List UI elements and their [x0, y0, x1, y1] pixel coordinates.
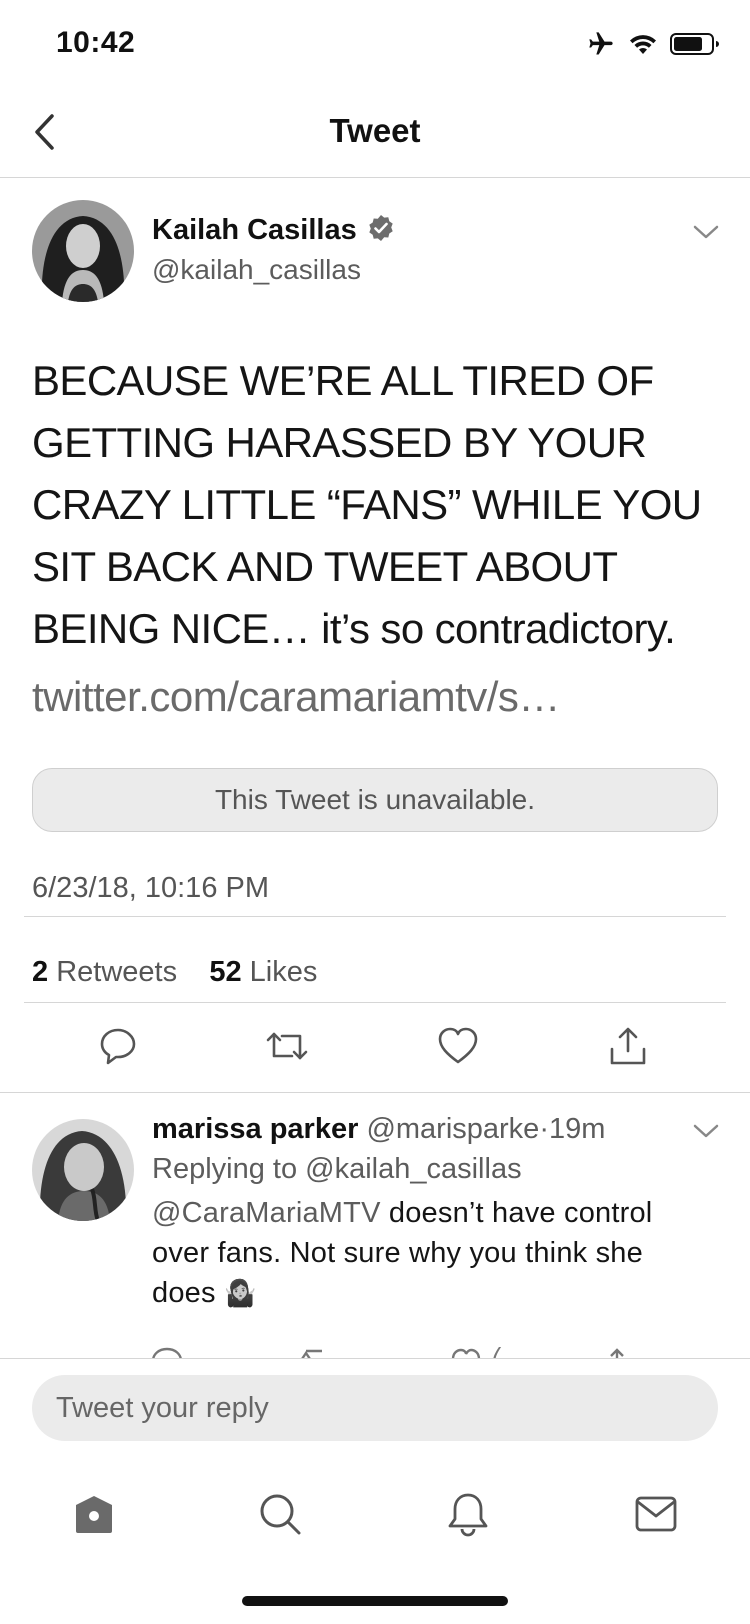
like-icon: [438, 1027, 478, 1064]
like-count: 52: [209, 956, 242, 988]
divider: [24, 916, 726, 917]
status-time: 10:42: [56, 26, 136, 59]
home-indicator[interactable]: [242, 1596, 508, 1606]
share-icon: [610, 1027, 646, 1065]
author-handle[interactable]: @kailah_casillas: [152, 254, 361, 286]
tab-messages[interactable]: [626, 1484, 686, 1544]
shrug-emoji-icon: 🤷‍♀️: [223, 1278, 257, 1308]
home-icon: [76, 1496, 112, 1533]
reply-input[interactable]: [32, 1375, 718, 1441]
like-label: Likes: [249, 956, 318, 988]
reply-mention[interactable]: @CaraMariaMTV: [152, 1197, 381, 1229]
tab-notifications[interactable]: [438, 1484, 498, 1544]
status-icons: [586, 30, 720, 63]
retweet-icon: [266, 1032, 308, 1060]
tweet-link[interactable]: twitter.com/caramariamtv/s…: [32, 666, 560, 728]
reply-age: 19m: [548, 1113, 606, 1145]
notifications-icon: [448, 1493, 488, 1537]
retweet-count: 2: [32, 956, 49, 988]
airplane-icon: [586, 30, 616, 63]
tweet-text-line: BEING NICE… it’s so contradictory.: [32, 605, 676, 652]
tab-search[interactable]: [250, 1484, 310, 1544]
messages-icon: [635, 1496, 677, 1532]
search-icon: [260, 1494, 301, 1535]
share-button[interactable]: [598, 1016, 658, 1076]
retweets-stat[interactable]: 2 Retweets: [32, 956, 177, 988]
divider: [24, 1002, 726, 1003]
retweet-button[interactable]: [257, 1016, 317, 1076]
tweet-actions: [0, 1016, 750, 1086]
reply-author-handle[interactable]: @marisparke: [366, 1113, 539, 1145]
like-button[interactable]: [428, 1016, 488, 1076]
tweet-text-line: BECAUSE WE’RE ALL TIRED OF: [32, 357, 654, 404]
tweet-timestamp: 6/23/18, 10:16 PM: [32, 872, 269, 904]
tab-home[interactable]: [64, 1484, 124, 1544]
tweet-text-line: CRAZY LITTLE “FANS” WHILE YOU: [32, 481, 702, 528]
reply-options-chevron-down-icon[interactable]: [692, 1121, 720, 1141]
wifi-icon: [628, 32, 658, 61]
reply-author-name[interactable]: marissa parker: [152, 1113, 358, 1145]
battery-icon: [670, 32, 720, 61]
tweet-options-chevron-down-icon[interactable]: [692, 222, 720, 242]
composer-bar: [0, 1358, 750, 1442]
nav-bar: Tweet: [0, 90, 750, 178]
retweet-label: Retweets: [56, 956, 178, 988]
tab-bar: [0, 1442, 750, 1572]
reply-header: marissa parker @marisparke·19m: [152, 1113, 605, 1146]
page-title: Tweet: [329, 112, 421, 149]
quoted-tweet-unavailable: This Tweet is unavailable.: [32, 768, 718, 832]
verified-badge-icon: [367, 214, 395, 247]
replying-to[interactable]: Replying to @kailah_casillas: [152, 1153, 522, 1186]
reply-icon: [100, 1028, 136, 1065]
reply-separator: ·: [539, 1113, 549, 1145]
tweet-text: BECAUSE WE’RE ALL TIRED OF GETTING HARAS…: [32, 350, 722, 660]
reply-text: @CaraMariaMTV doesn’t have control over …: [152, 1193, 712, 1313]
likes-stat[interactable]: 52 Likes: [209, 956, 317, 988]
author-name-row: Kailah Casillas: [152, 214, 395, 247]
tweet-text-line: GETTING HARASSED BY YOUR: [32, 419, 647, 466]
tweet-stats: 2 Retweets 52 Likes: [32, 956, 317, 989]
tweet-text-line: SIT BACK AND TWEET ABOUT: [32, 543, 618, 590]
author-name[interactable]: Kailah Casillas: [152, 214, 357, 247]
reply-avatar[interactable]: [32, 1119, 134, 1221]
status-bar: 10:42: [0, 0, 750, 90]
reply-button[interactable]: [88, 1016, 148, 1076]
author-avatar[interactable]: [32, 200, 134, 302]
